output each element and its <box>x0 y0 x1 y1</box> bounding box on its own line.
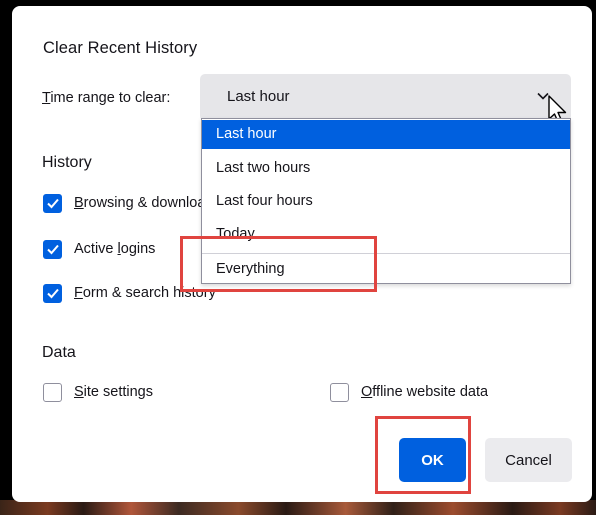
annotation-highlight-ok <box>375 416 471 494</box>
checkbox-row-site-settings[interactable]: Site settings <box>43 381 153 403</box>
browsing-history-checkbox[interactable] <box>43 193 62 213</box>
data-heading: Data <box>42 344 76 361</box>
background-window-strip <box>0 500 596 515</box>
browsing-history-label-text: rowsing & download history <box>83 195 203 211</box>
site-settings-checkbox[interactable] <box>43 382 62 402</box>
clear-history-dialog: Clear Recent History Time range to clear… <box>12 6 592 502</box>
form-search-history-access-key: F <box>74 285 83 301</box>
active-logins-label: Active logins <box>74 241 155 257</box>
checkbox-row-browsing-history[interactable]: Browsing & download history <box>43 192 203 214</box>
checkmark-icon <box>46 244 59 255</box>
active-logins-label-text: ogins <box>120 241 156 257</box>
dropdown-option-last-hour[interactable]: Last hour <box>202 120 570 149</box>
offline-website-data-label-text: ffline website data <box>372 384 489 400</box>
offline-website-data-checkbox[interactable] <box>330 382 349 402</box>
time-range-label: Time range to clear: <box>42 90 170 106</box>
dialog-title: Clear Recent History <box>43 39 198 57</box>
dropdown-option-last-two-hours[interactable]: Last two hours <box>202 154 570 183</box>
checkbox-row-offline-website-data[interactable]: Offline website data <box>330 381 488 403</box>
checkmark-icon <box>46 288 59 299</box>
screenshot-stage: Clear Recent History Time range to clear… <box>0 0 596 515</box>
history-heading: History <box>42 154 92 171</box>
site-settings-label: Site settings <box>74 384 153 400</box>
time-range-selected-value: Last hour <box>227 88 290 105</box>
annotation-highlight-everything <box>180 236 377 292</box>
cancel-button[interactable]: Cancel <box>485 438 572 482</box>
form-search-history-checkbox[interactable] <box>43 283 62 303</box>
time-range-select[interactable]: Last hour <box>200 74 571 121</box>
active-logins-label-pre: Active <box>74 241 118 257</box>
time-range-label-text: ime range to clear: <box>50 90 171 106</box>
checkmark-icon <box>46 198 59 209</box>
site-settings-label-text: ite settings <box>83 384 153 400</box>
site-settings-access-key: S <box>74 384 84 400</box>
offline-website-data-access-key: O <box>361 384 373 400</box>
dropdown-option-last-four-hours[interactable]: Last four hours <box>202 187 570 216</box>
browsing-history-label: Browsing & download history <box>74 195 203 211</box>
browsing-history-access-key: B <box>74 195 84 211</box>
active-logins-checkbox[interactable] <box>43 239 62 259</box>
offline-website-data-label: Offline website data <box>361 384 488 400</box>
checkbox-row-active-logins[interactable]: Active logins <box>43 238 155 260</box>
